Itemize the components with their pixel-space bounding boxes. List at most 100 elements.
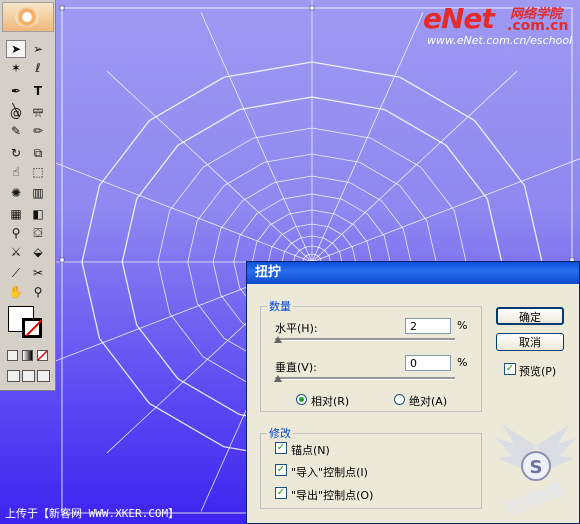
vertical-input[interactable]: 0 bbox=[405, 355, 451, 371]
column-graph-tool-icon[interactable]: ▥ bbox=[28, 184, 48, 202]
web-strand bbox=[399, 185, 428, 221]
live-paint-select-icon[interactable]: ⬙ bbox=[28, 243, 48, 261]
preview-label[interactable]: 预览(P) bbox=[519, 363, 556, 379]
anchor-label[interactable]: 锚点(N) bbox=[291, 442, 330, 458]
magic-wand-tool-icon[interactable]: ✶ bbox=[6, 59, 26, 77]
web-strand bbox=[157, 261, 171, 314]
web-strand bbox=[196, 185, 225, 221]
web-strand bbox=[220, 294, 243, 324]
web-strand bbox=[239, 96, 313, 111]
free-transform-tool-icon[interactable]: ⬚ bbox=[28, 163, 48, 181]
web-strand bbox=[98, 120, 150, 186]
in-control-label[interactable]: "导入"控制点(I) bbox=[291, 464, 368, 480]
vertical-slider-track[interactable] bbox=[275, 377, 455, 380]
svg-text:S: S bbox=[530, 457, 543, 478]
web-strand bbox=[187, 220, 198, 263]
web-strand bbox=[239, 213, 258, 237]
selection-tool-icon[interactable]: ➤ bbox=[6, 40, 26, 58]
out-control-label[interactable]: "导出"控制点(O) bbox=[291, 487, 373, 503]
out-control-checkbox[interactable]: ✓ bbox=[275, 487, 287, 499]
scissors-tool-icon[interactable]: ✂ bbox=[28, 264, 48, 282]
anchor-checkbox[interactable]: ✓ bbox=[275, 442, 287, 454]
web-strand bbox=[169, 167, 204, 211]
paintbrush-tool-icon[interactable]: ✎ bbox=[6, 122, 26, 140]
web-strand bbox=[136, 144, 179, 200]
horizontal-unit: % bbox=[457, 319, 468, 332]
spiral-tool-icon[interactable]: @ bbox=[6, 104, 26, 122]
web-strand bbox=[318, 246, 326, 252]
web-strand bbox=[311, 61, 401, 78]
web-strand bbox=[332, 243, 340, 253]
web-strand bbox=[366, 213, 385, 237]
live-paint-tool-icon[interactable]: ⛋ bbox=[28, 224, 48, 242]
web-strand bbox=[342, 234, 353, 248]
web-strand bbox=[223, 61, 313, 78]
web-strand bbox=[334, 213, 355, 226]
zoom-tool-icon[interactable]: ⚲ bbox=[28, 283, 48, 301]
type-tool-icon[interactable]: T bbox=[28, 82, 48, 100]
star-tool-icon[interactable]: ☆ bbox=[28, 104, 48, 122]
color-mode-icon[interactable] bbox=[7, 350, 18, 361]
slice-knife-tool-icon[interactable]: ⟋ bbox=[6, 264, 26, 282]
flower-icon bbox=[15, 7, 39, 27]
web-strand bbox=[274, 175, 313, 183]
site-badge-watermark: S 岩月联盟 bbox=[496, 424, 576, 519]
horizontal-slider-track[interactable] bbox=[275, 338, 455, 341]
web-strand bbox=[241, 182, 275, 202]
relative-label[interactable]: 相对(R) bbox=[311, 393, 349, 409]
vertical-slider-thumb[interactable] bbox=[274, 375, 282, 382]
web-strand bbox=[523, 185, 543, 263]
amount-legend: 数量 bbox=[269, 300, 291, 313]
scale-tool-icon[interactable]: ⧉ bbox=[28, 144, 48, 162]
ok-button[interactable]: 确定 bbox=[496, 307, 564, 325]
absolute-radio[interactable] bbox=[394, 394, 405, 405]
selection-handle[interactable] bbox=[59, 257, 65, 263]
pen-tool-icon[interactable]: ✒ bbox=[6, 82, 26, 100]
symbol-sprayer-tool-icon[interactable]: ✺ bbox=[6, 184, 26, 202]
web-strand bbox=[328, 226, 344, 236]
web-strand bbox=[353, 224, 368, 243]
web-strand bbox=[366, 242, 373, 263]
eyedropper-tool-icon[interactable]: ⚲ bbox=[6, 224, 26, 242]
in-control-checkbox[interactable]: ✓ bbox=[275, 464, 287, 476]
web-strand bbox=[420, 167, 455, 211]
warp-tool-icon[interactable]: ☝ bbox=[6, 163, 26, 181]
gradient-mode-icon[interactable] bbox=[22, 350, 33, 361]
web-strand bbox=[311, 209, 335, 215]
lasso-tool-icon[interactable]: ℓ bbox=[28, 59, 48, 77]
web-strand bbox=[149, 402, 225, 448]
full-screen-mode-icon[interactable] bbox=[37, 370, 50, 382]
horizontal-slider-thumb[interactable] bbox=[274, 336, 282, 343]
web-strand bbox=[399, 76, 475, 122]
web-strand bbox=[290, 237, 301, 244]
web-strand bbox=[311, 253, 316, 256]
badge-text: 岩月联盟 bbox=[502, 481, 565, 519]
web-strand bbox=[264, 153, 313, 163]
direct-selection-tool-icon[interactable]: ➢ bbox=[28, 40, 48, 58]
hand-tool-icon[interactable]: ✋ bbox=[6, 283, 26, 301]
mesh-tool-icon[interactable]: ▦ bbox=[6, 205, 26, 223]
horizontal-label: 水平(H): bbox=[275, 322, 318, 335]
logo-url: www.eNet.com.cn/eschool bbox=[427, 34, 573, 47]
slice-tool-icon[interactable]: ⚔ bbox=[6, 243, 26, 261]
selection-handle[interactable] bbox=[309, 5, 315, 11]
stroke-color-swatch[interactable] bbox=[22, 318, 42, 338]
gradient-tool-icon[interactable]: ◧ bbox=[28, 205, 48, 223]
cancel-button[interactable]: 取消 bbox=[496, 333, 564, 351]
horizontal-input[interactable]: 2 bbox=[405, 318, 451, 334]
relative-radio[interactable] bbox=[296, 394, 307, 405]
web-strand bbox=[474, 120, 526, 186]
preview-checkbox[interactable]: ✓ bbox=[504, 363, 516, 375]
rotate-tool-icon[interactable]: ↻ bbox=[6, 144, 26, 162]
web-strand bbox=[220, 200, 243, 230]
full-screen-menu-mode-icon[interactable] bbox=[22, 370, 35, 382]
normal-screen-mode-icon[interactable] bbox=[7, 370, 20, 382]
web-strand bbox=[300, 235, 313, 239]
none-mode-icon[interactable] bbox=[37, 350, 48, 361]
web-strand bbox=[202, 137, 254, 168]
absolute-label[interactable]: 绝对(A) bbox=[409, 393, 447, 409]
web-strand bbox=[311, 223, 329, 228]
web-strand bbox=[121, 261, 138, 326]
pencil-tool-icon[interactable]: ✏ bbox=[28, 122, 48, 140]
selection-handle[interactable] bbox=[59, 5, 65, 11]
